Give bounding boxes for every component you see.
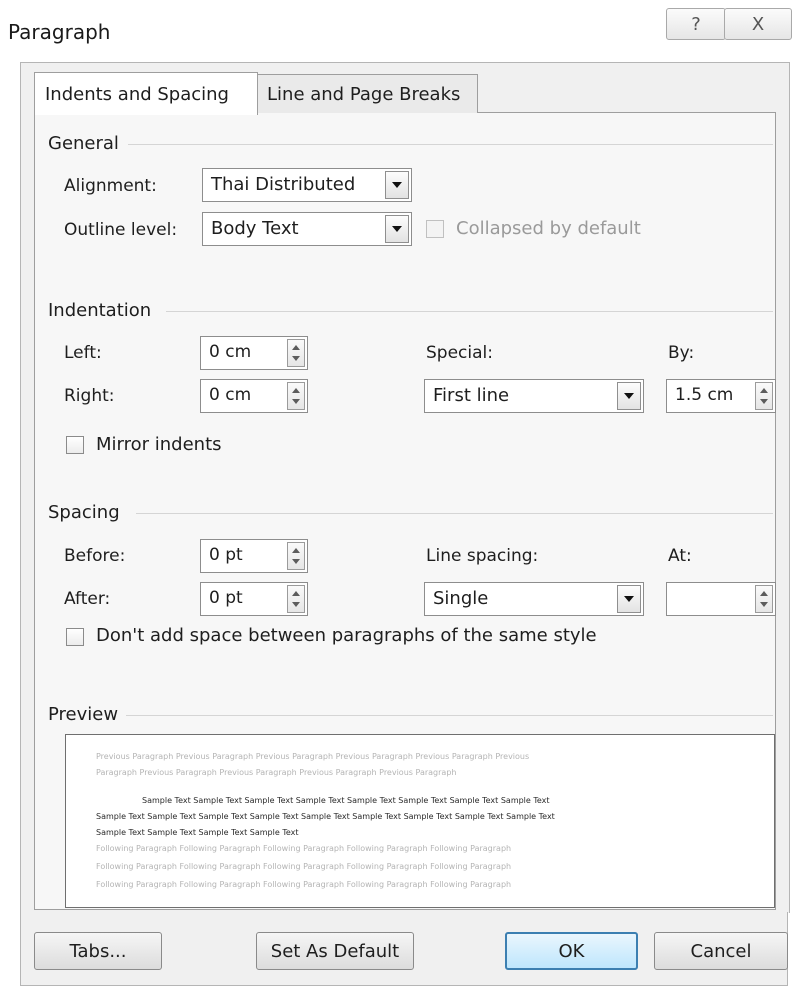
help-button[interactable]: ? xyxy=(666,8,726,40)
tabs-button[interactable]: Tabs... xyxy=(34,932,162,970)
preview-previous-line: Previous Paragraph Previous Paragraph Pr… xyxy=(96,752,530,761)
title-bar[interactable]: Paragraph ? X xyxy=(0,0,800,62)
alignment-dropdown-button[interactable] xyxy=(385,171,409,199)
at-spinner[interactable] xyxy=(666,582,776,616)
spin-up-icon xyxy=(292,591,300,596)
indent-left-spinner[interactable]: 0 cm xyxy=(200,336,308,370)
indent-right-spinner[interactable]: 0 cm xyxy=(200,379,308,413)
indent-left-spin-buttons[interactable] xyxy=(287,339,305,367)
preview-sample-line: Sample Text Sample Text Sample Text Samp… xyxy=(142,796,550,805)
spacing-after-spin-buttons[interactable] xyxy=(287,585,305,613)
indent-right-label: Right: xyxy=(64,386,115,406)
chevron-down-icon xyxy=(392,226,402,232)
line-spacing-dropdown-button[interactable] xyxy=(617,585,641,613)
preview-divider xyxy=(126,715,773,716)
at-spin-buttons[interactable] xyxy=(755,585,773,613)
spacing-after-value: 0 pt xyxy=(209,588,243,608)
cancel-button[interactable]: Cancel xyxy=(654,932,788,970)
spin-down-icon xyxy=(292,559,300,564)
outline-level-value: Body Text xyxy=(211,218,299,239)
dont-add-space-label: Don't add space between paragraphs of th… xyxy=(96,625,597,646)
spin-down-icon xyxy=(292,399,300,404)
indent-left-value: 0 cm xyxy=(209,342,252,362)
by-value: 1.5 cm xyxy=(675,385,734,405)
special-dropdown-button[interactable] xyxy=(617,382,641,410)
by-label: By: xyxy=(668,343,695,363)
spin-up-icon xyxy=(760,591,768,596)
dialog-title: Paragraph xyxy=(8,20,111,44)
chevron-down-icon xyxy=(392,182,402,188)
special-value: First line xyxy=(433,385,510,406)
spacing-heading: Spacing xyxy=(48,502,120,523)
spacing-after-label: After: xyxy=(64,589,111,609)
by-spinner[interactable]: 1.5 cm xyxy=(666,379,776,413)
dont-add-space-checkbox[interactable] xyxy=(66,628,84,646)
at-label: At: xyxy=(668,546,692,566)
indent-right-value: 0 cm xyxy=(209,385,252,405)
preview-sample-line: Sample Text Sample Text Sample Text Samp… xyxy=(96,812,555,821)
ok-button[interactable]: OK xyxy=(505,932,638,970)
chevron-down-icon xyxy=(624,393,634,399)
outline-level-label: Outline level: xyxy=(64,220,178,240)
cancel-label: Cancel xyxy=(690,940,752,962)
general-heading: General xyxy=(48,133,119,154)
special-label: Special: xyxy=(426,343,493,363)
spin-up-icon xyxy=(292,548,300,553)
close-icon: X xyxy=(751,13,765,35)
tab-label: Line and Page Breaks xyxy=(267,83,461,105)
spin-down-icon xyxy=(760,602,768,607)
preview-following-line: Following Paragraph Following Paragraph … xyxy=(96,880,512,889)
outline-level-dropdown-button[interactable] xyxy=(385,215,409,243)
line-spacing-value: Single xyxy=(433,588,489,609)
tab-indents-and-spacing[interactable]: Indents and Spacing xyxy=(34,72,258,115)
spacing-divider xyxy=(136,513,773,514)
preview-box: Previous Paragraph Previous Paragraph Pr… xyxy=(65,734,775,908)
indent-right-spin-buttons[interactable] xyxy=(287,382,305,410)
tab-line-and-page-breaks[interactable]: Line and Page Breaks xyxy=(256,74,478,113)
paragraph-dialog: Paragraph ? X Indents and Spacing Line a… xyxy=(0,0,800,986)
spin-up-icon xyxy=(760,388,768,393)
special-select[interactable]: First line xyxy=(424,379,644,413)
alignment-select[interactable]: Thai Distributed xyxy=(202,168,412,202)
indentation-divider xyxy=(166,311,773,312)
spacing-before-label: Before: xyxy=(64,546,126,566)
spin-up-icon xyxy=(292,345,300,350)
alignment-value: Thai Distributed xyxy=(211,174,356,195)
preview-following-line: Following Paragraph Following Paragraph … xyxy=(96,844,512,853)
indent-left-label: Left: xyxy=(64,343,102,363)
line-spacing-select[interactable]: Single xyxy=(424,582,644,616)
outline-level-select[interactable]: Body Text xyxy=(202,212,412,246)
preview-heading: Preview xyxy=(48,704,119,725)
spin-up-icon xyxy=(292,388,300,393)
preview-sample-line: Sample Text Sample Text Sample Text Samp… xyxy=(96,828,299,837)
alignment-label: Alignment: xyxy=(64,176,157,196)
spin-down-icon xyxy=(760,399,768,404)
set-as-default-label: Set As Default xyxy=(270,940,400,962)
set-as-default-button[interactable]: Set As Default xyxy=(256,932,414,970)
ok-label: OK xyxy=(558,940,585,962)
mirror-indents-checkbox[interactable] xyxy=(66,436,84,454)
tabs-button-label: Tabs... xyxy=(69,940,127,962)
spacing-before-value: 0 pt xyxy=(209,545,243,565)
collapsed-by-default-checkbox[interactable] xyxy=(426,220,444,238)
spin-down-icon xyxy=(292,356,300,361)
indentation-heading: Indentation xyxy=(48,300,152,321)
line-spacing-label: Line spacing: xyxy=(426,546,539,566)
spacing-before-spinner[interactable]: 0 pt xyxy=(200,539,308,573)
spin-down-icon xyxy=(292,602,300,607)
mirror-indents-label: Mirror indents xyxy=(96,434,222,455)
spacing-after-spinner[interactable]: 0 pt xyxy=(200,582,308,616)
collapsed-by-default-label: Collapsed by default xyxy=(456,218,641,239)
help-icon: ? xyxy=(691,13,701,35)
by-spin-buttons[interactable] xyxy=(755,382,773,410)
chevron-down-icon xyxy=(624,596,634,602)
tab-label: Indents and Spacing xyxy=(45,83,229,105)
preview-following-line: Following Paragraph Following Paragraph … xyxy=(96,862,512,871)
preview-previous-line: Paragraph Previous Paragraph Previous Pa… xyxy=(96,768,457,777)
general-divider xyxy=(128,144,773,145)
spacing-before-spin-buttons[interactable] xyxy=(287,542,305,570)
close-button[interactable]: X xyxy=(724,8,792,40)
